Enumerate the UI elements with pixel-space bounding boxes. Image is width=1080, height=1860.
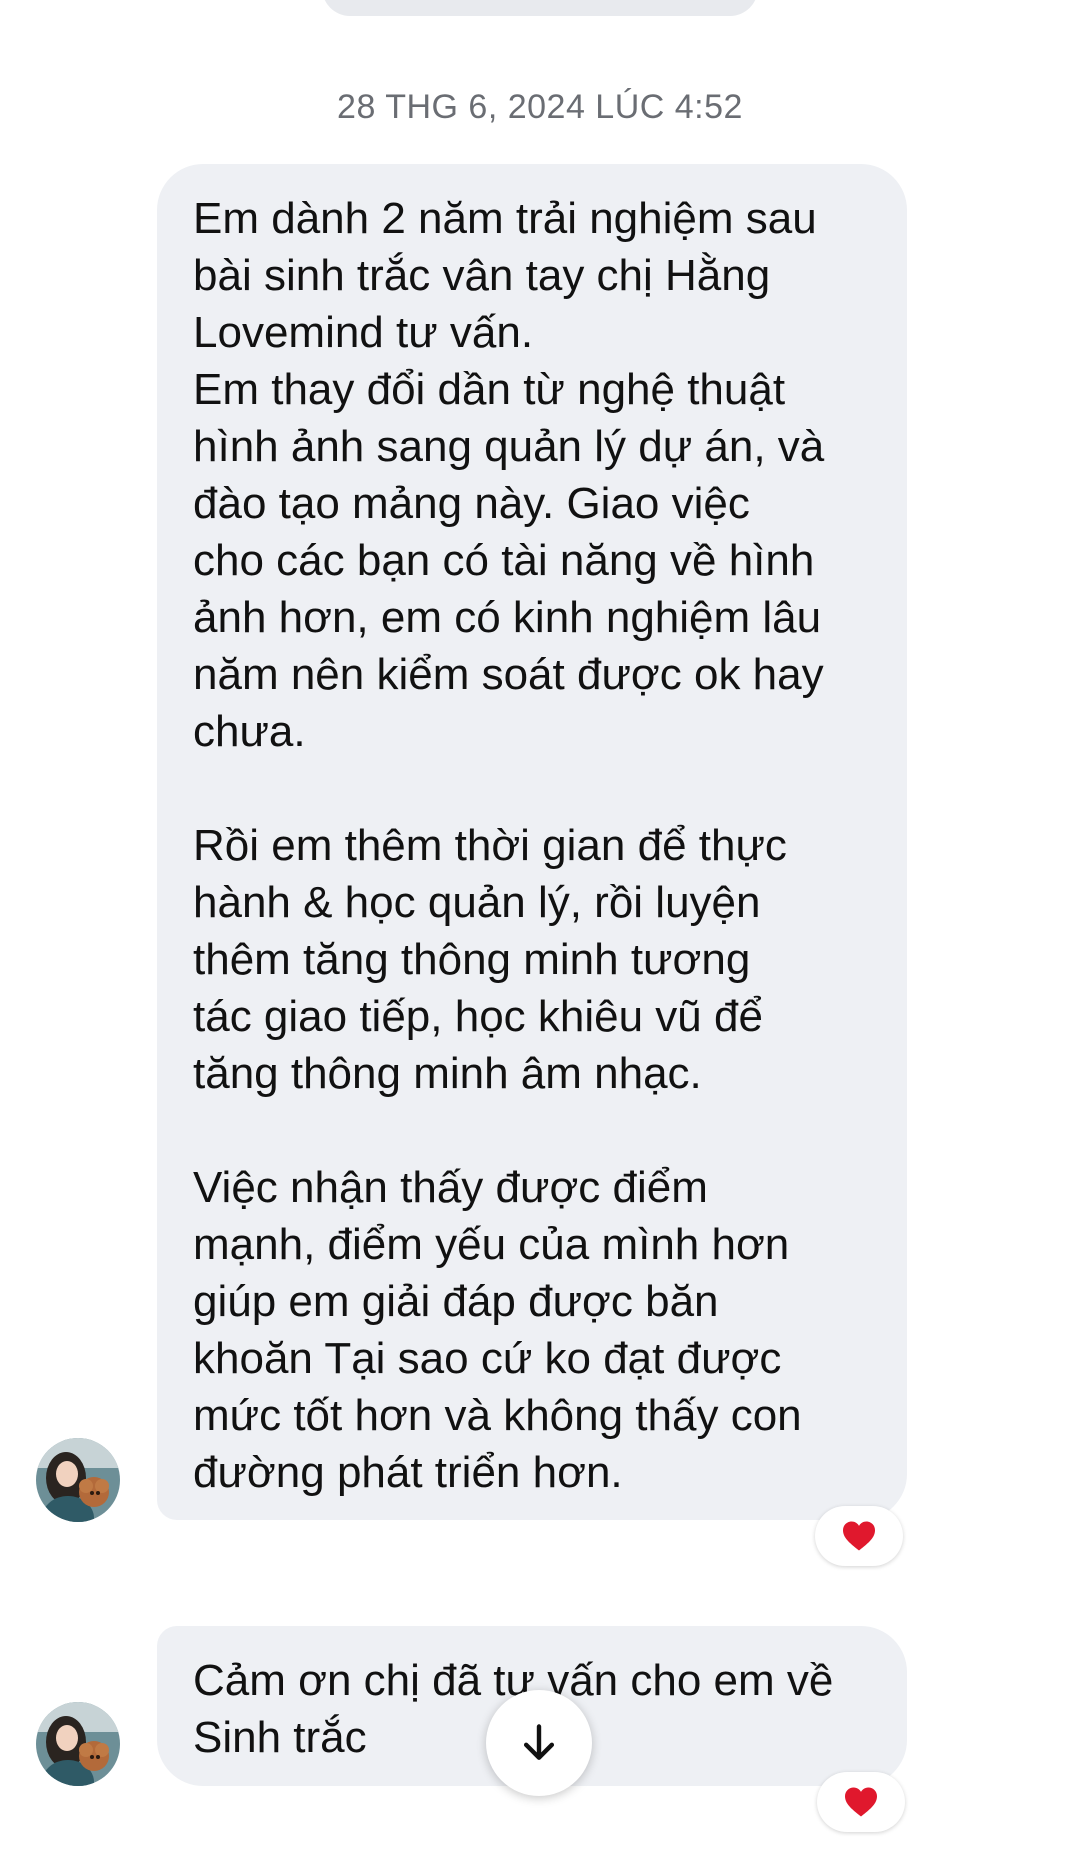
message-bubble[interactable]: Em dành 2 năm trải nghiệm sau bài sinh t…: [157, 164, 907, 1520]
heart-reaction[interactable]: [817, 1772, 905, 1832]
heart-icon: [845, 1787, 877, 1817]
heart-reaction[interactable]: [815, 1506, 903, 1566]
avatar[interactable]: [36, 1702, 120, 1786]
avatar-image: [36, 1438, 120, 1522]
avatar[interactable]: [36, 1438, 120, 1522]
top-pill: [322, 0, 758, 16]
heart-icon: [843, 1521, 875, 1551]
scroll-to-bottom-button[interactable]: [486, 1690, 592, 1796]
avatar-image: [36, 1702, 120, 1786]
arrow-down-icon: [523, 1724, 555, 1760]
message-timestamp: 28 THG 6, 2024 LÚC 4:52: [337, 88, 743, 126]
